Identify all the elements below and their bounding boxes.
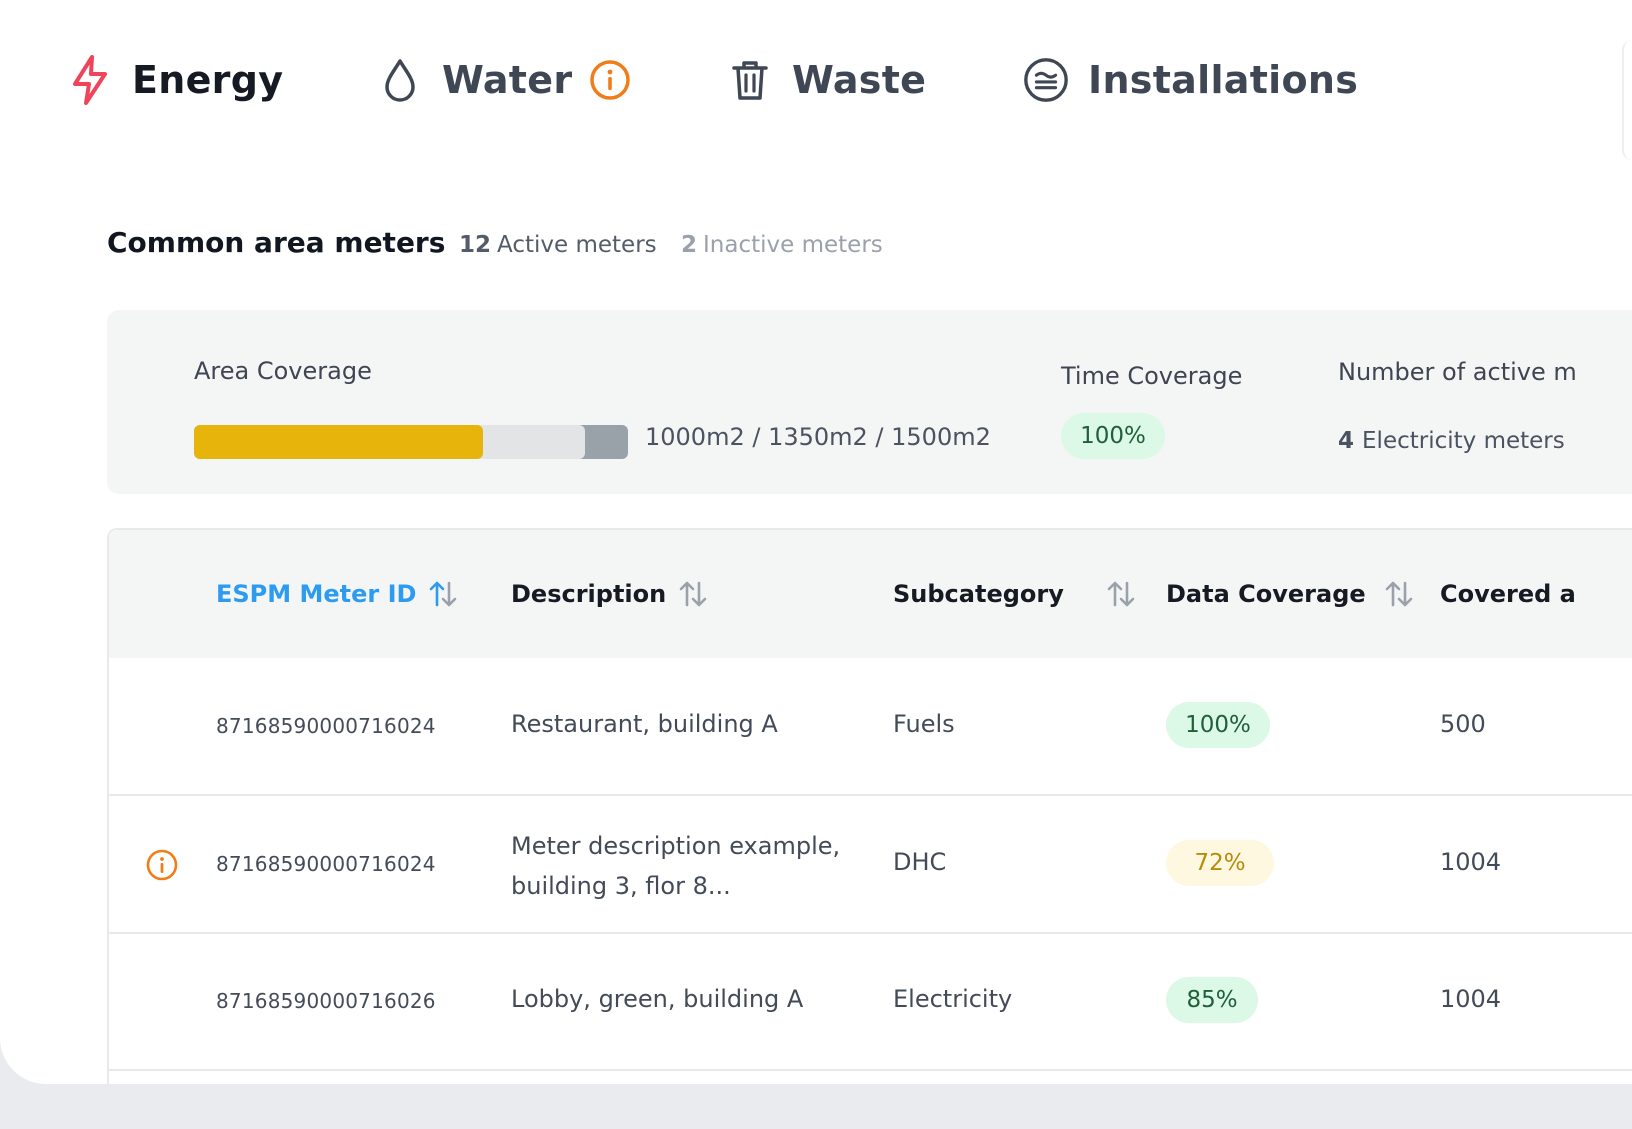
column-header-subcategory[interactable]: Subcategory [893,576,1136,612]
sort-icon[interactable] [678,579,708,609]
covered-area-cell: 1004 [1440,985,1502,1013]
sort-icon[interactable] [428,579,458,609]
time-coverage-label: Time Coverage [1061,362,1243,390]
time-coverage-badge: 100% [1061,413,1165,459]
installations-icon [1022,56,1070,104]
table-header: ESPM Meter ID Description Subcategory Da… [109,530,1632,658]
column-label: Description [511,580,667,608]
column-header-meter-id[interactable]: ESPM Meter ID [216,576,458,612]
section-title: Common area meters [107,226,446,259]
meter-id-cell: 87168590000716024 [216,714,436,738]
tab-water[interactable]: Water [376,50,632,110]
tab-installations[interactable]: Installations [1022,50,1358,110]
table-row[interactable]: 87168590000716026 Lobby, green, building… [109,933,1632,1071]
area-coverage-values: 1000m2 / 1350m2 / 1500m2 [645,423,991,451]
sort-icon[interactable] [1384,579,1414,609]
column-header-data-coverage[interactable]: Data Coverage [1166,576,1414,612]
active-meters-label: Number of active m [1338,358,1577,386]
coverage-badge: 100% [1166,702,1270,748]
electricity-count-label: Electricity meters [1362,428,1565,454]
info-icon[interactable] [588,58,632,102]
coverage-summary: Area Coverage 1000m2 / 1350m2 / 1500m2 T… [107,310,1632,494]
meters-table: ESPM Meter ID Description Subcategory Da… [107,528,1632,1084]
area-coverage-bar [194,425,628,459]
tab-label: Energy [132,58,284,102]
electricity-meters-count: 4 Electricity meters [1338,428,1565,454]
water-drop-icon [376,56,424,104]
area-coverage-label: Area Coverage [194,357,372,385]
active-count-value: 12 [459,232,492,258]
inactive-count-label: Inactive meters [703,232,883,258]
description-cell: Meter description example, building 3, f… [511,832,841,900]
subcategory-cell: Electricity [893,985,1013,1013]
column-label: Data Coverage [1166,580,1366,608]
meter-id-cell: 87168590000716026 [216,989,436,1013]
electricity-count-value: 4 [1338,428,1355,454]
column-header-description[interactable]: Description [511,576,708,612]
tab-label: Waste [792,58,927,102]
column-label: Covered a [1440,580,1576,608]
column-label: ESPM Meter ID [216,580,417,608]
warning-info-icon[interactable] [145,848,179,886]
lightning-icon [66,55,114,105]
column-header-covered-area[interactable]: Covered a [1440,576,1576,612]
tab-label: Installations [1088,58,1359,102]
table-row[interactable]: 87168590000716024 Restaurant, building A… [109,658,1632,796]
sort-icon[interactable] [1106,579,1136,609]
tab-label: Water [442,58,573,102]
tab-energy[interactable]: Energy [66,50,283,110]
active-count-label: Active meters [497,232,657,258]
column-label: Subcategory [893,580,1064,608]
covered-area-cell: 1004 [1440,848,1502,876]
description-cell: Restaurant, building A [511,710,778,738]
meter-id-cell: 87168590000716024 [216,852,436,876]
main-card: Energy Water Waste Installations Common … [0,0,1632,1084]
inactive-count-value: 2 [681,232,698,258]
coverage-badge: 72% [1166,840,1274,886]
trash-icon [726,56,774,104]
description-cell: Lobby, green, building A [511,985,804,1013]
table-row[interactable]: 87168590000716024 Meter description exam… [109,796,1632,934]
panel-edge [1622,40,1632,160]
active-meters-count[interactable]: 12 Active meters [459,232,657,258]
area-covered-fill [194,425,484,459]
tab-waste[interactable]: Waste [726,50,926,110]
inactive-meters-count[interactable]: 2 Inactive meters [681,232,883,258]
coverage-badge: 85% [1166,977,1258,1023]
subcategory-cell: Fuels [893,710,955,738]
covered-area-cell: 500 [1440,710,1486,738]
subcategory-cell: DHC [893,848,947,876]
